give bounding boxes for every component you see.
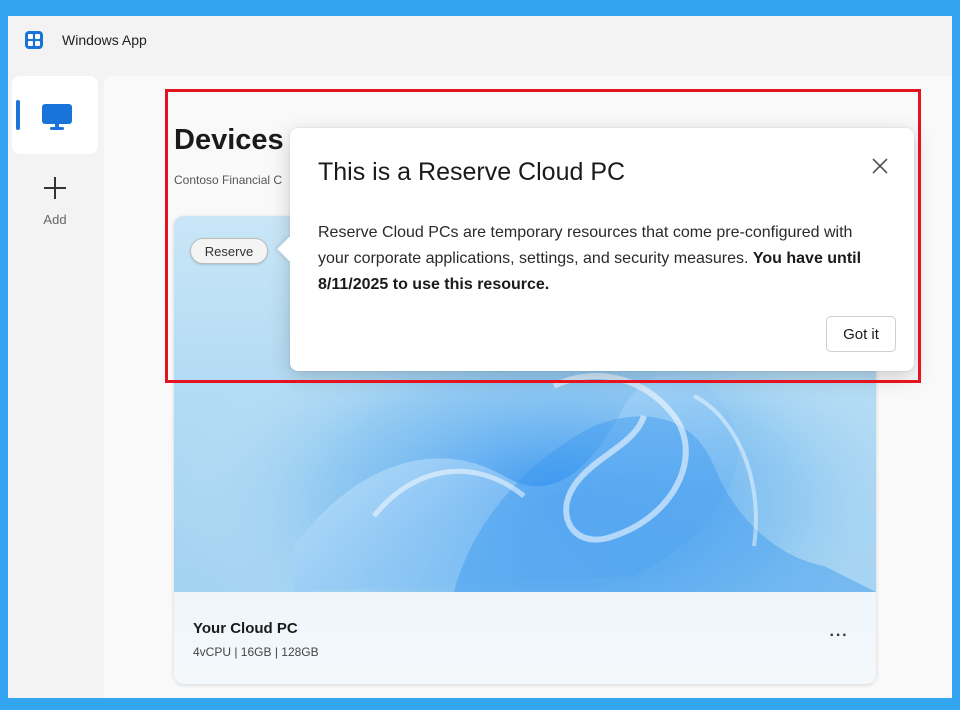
plus-icon: [44, 177, 66, 199]
cloud-pc-name: Your Cloud PC: [193, 620, 298, 637]
app-window: Windows App Add Devices Contoso Financia…: [8, 16, 952, 698]
sidebar-item-label: Add: [43, 212, 67, 227]
selection-indicator: [16, 100, 20, 130]
teaching-tip-body: Reserve Cloud PCs are temporary resource…: [318, 220, 878, 298]
reserve-badge[interactable]: Reserve: [190, 238, 268, 264]
sidebar-item-add[interactable]: Add: [12, 172, 98, 238]
sidebar-nav: Add: [8, 76, 104, 698]
close-icon[interactable]: [868, 154, 892, 178]
got-it-button[interactable]: Got it: [826, 316, 896, 352]
organization-label: Contoso Financial C: [174, 173, 283, 187]
windows-app-icon: [25, 31, 43, 49]
page-title: Devices: [174, 124, 284, 156]
title-bar: Windows App: [8, 16, 952, 64]
app-title: Windows App: [62, 32, 147, 48]
sidebar-item-devices[interactable]: [12, 76, 98, 154]
monitor-icon: [42, 104, 72, 130]
card-footer: Your Cloud PC 4vCPU | 16GB | 128GB ···: [174, 592, 876, 684]
reserve-teaching-tip: This is a Reserve Cloud PC Reserve Cloud…: [277, 128, 914, 371]
more-options-button[interactable]: ···: [824, 628, 854, 652]
teaching-tip-title: This is a Reserve Cloud PC: [318, 158, 626, 186]
cloud-pc-specs: 4vCPU | 16GB | 128GB: [193, 645, 319, 659]
